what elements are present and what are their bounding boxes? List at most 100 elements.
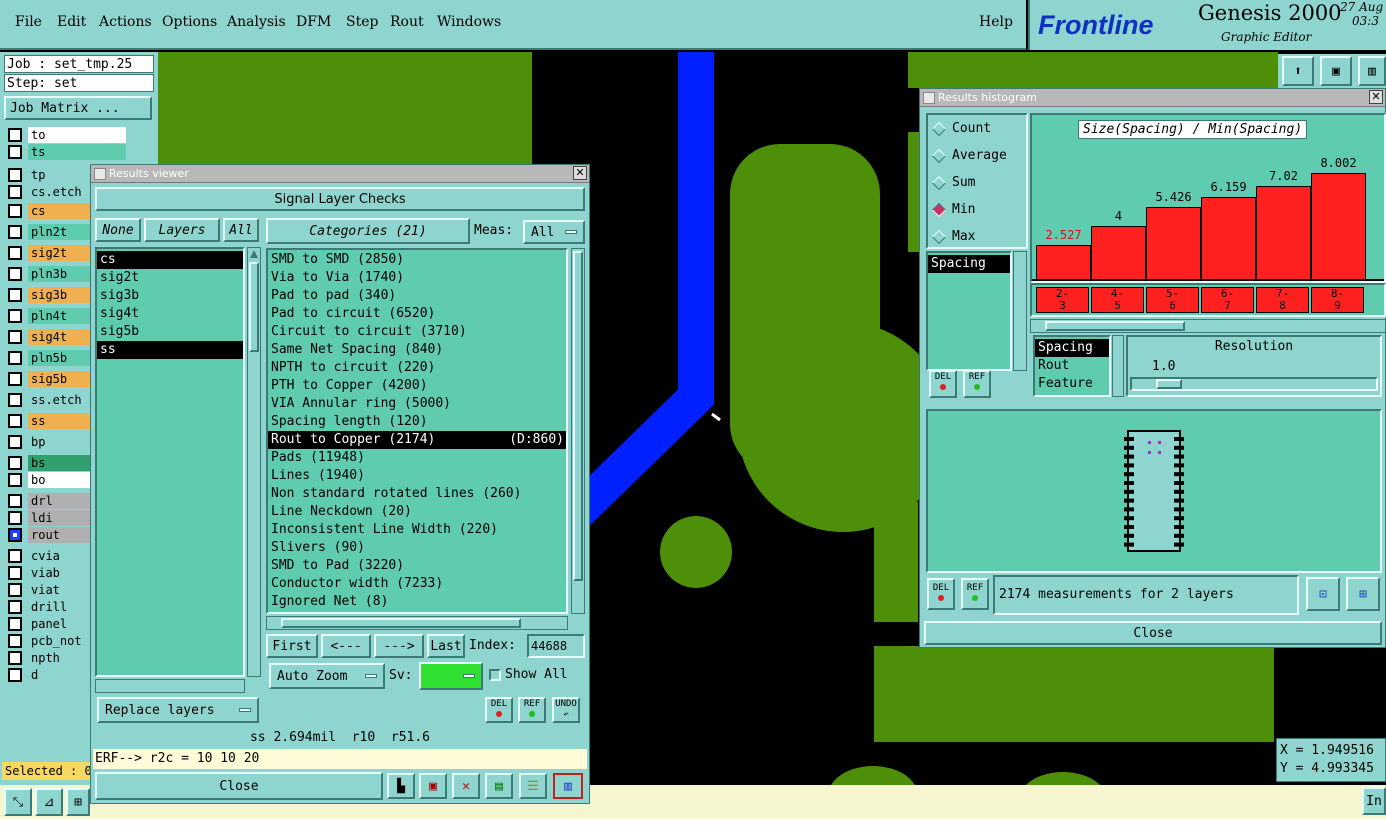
category-item[interactable]: VIA Annular ring (5000) [268, 395, 566, 413]
category-item[interactable]: SMD to Pad (3220) [268, 557, 566, 575]
layer-checkbox[interactable] [8, 667, 22, 682]
next-button[interactable]: ---> [374, 634, 424, 658]
layer-checkbox[interactable] [8, 434, 22, 449]
layer-checkbox[interactable] [8, 616, 22, 631]
layer-checkbox[interactable] [8, 527, 22, 542]
tool-icon[interactable]: ▥ [1358, 56, 1386, 86]
layer-checkbox[interactable] [8, 308, 22, 323]
layer-checkbox[interactable] [8, 167, 22, 182]
layer-checkbox[interactable] [8, 350, 22, 365]
result-layer-item[interactable]: sig3b [97, 287, 243, 305]
del-button[interactable]: DEL [485, 697, 513, 723]
histogram-bar[interactable] [1146, 207, 1201, 279]
menu-actions[interactable]: Actions [99, 14, 152, 30]
menu-help[interactable]: Help [979, 14, 1013, 30]
menu-step[interactable]: Step [346, 14, 378, 30]
layer-list-hscrollbar[interactable] [95, 679, 245, 693]
layer-checkbox[interactable] [8, 329, 22, 344]
type-item-spacing[interactable]: Spacing [1035, 339, 1109, 357]
categories-scrollbar[interactable] [571, 248, 585, 614]
histogram-measure-list[interactable]: Spacing Rout Feature [1033, 335, 1111, 397]
menu-dfm[interactable]: DFM [296, 14, 331, 30]
tool-histogram-icon[interactable]: ▥ [553, 773, 583, 799]
replace-layers-menu[interactable]: Replace layers [97, 697, 259, 723]
histogram-category-cell[interactable]: 5- 6 [1146, 287, 1199, 313]
menu-rout[interactable]: Rout [390, 14, 424, 30]
sv-color-select[interactable] [419, 662, 483, 690]
histogram-ref-button[interactable]: REF [963, 370, 991, 398]
layers-button[interactable]: Layers [144, 218, 220, 242]
category-item[interactable]: Same Net Spacing (840) [268, 341, 566, 359]
category-item[interactable]: Pads (11948) [268, 449, 566, 467]
layer-checkbox[interactable] [8, 184, 22, 199]
job-matrix-button[interactable]: Job Matrix ... [4, 96, 152, 120]
measure-icon[interactable]: ⊿ [35, 788, 63, 816]
layer-checkbox[interactable] [8, 127, 22, 142]
results-viewer-close-button[interactable]: Close [95, 772, 383, 800]
tool-chart-icon[interactable]: ▤ [485, 773, 513, 799]
category-item[interactable]: Circuit to circuit (3710) [268, 323, 566, 341]
none-button[interactable]: None [95, 218, 141, 242]
histogram-close-button[interactable]: Close [924, 621, 1382, 645]
layer-checkbox[interactable] [8, 582, 22, 597]
histogram-category-cell[interactable]: 6- 7 [1201, 287, 1254, 313]
undo-button[interactable]: UNDO ↶ [552, 697, 580, 723]
histogram-bar[interactable] [1256, 186, 1311, 279]
stat-option-min[interactable]: Min [931, 202, 975, 217]
all-layers-button[interactable]: All [223, 218, 259, 242]
layer-checkbox[interactable] [8, 599, 22, 614]
menu-file[interactable]: File [15, 14, 42, 30]
category-item[interactable]: Ignored Net (8) [268, 593, 566, 611]
category-item[interactable]: Slivers (90) [268, 539, 566, 557]
histogram-category-cell[interactable]: 4- 5 [1091, 287, 1144, 313]
layer-row-to[interactable]: to [8, 126, 126, 143]
layer-checkbox[interactable] [8, 144, 22, 159]
tool-note-icon[interactable]: ☰ [519, 773, 547, 799]
layer-checkbox[interactable] [8, 392, 22, 407]
tool-ref-cross-icon[interactable]: ✕ [452, 773, 480, 799]
result-layer-item[interactable]: sig5b [97, 323, 243, 341]
category-item[interactable]: Non standard rotated lines (260) [268, 485, 566, 503]
resolution-slider-thumb[interactable] [1156, 379, 1182, 389]
histogram-bar[interactable] [1091, 226, 1146, 279]
menu-windows[interactable]: Windows [437, 14, 501, 30]
layer-checkbox[interactable] [8, 633, 22, 648]
layer-checkbox[interactable] [8, 413, 22, 428]
tool-monitor-icon[interactable]: ▣ [419, 773, 447, 799]
category-item[interactable]: Pad to circuit (6520) [268, 305, 566, 323]
type-item-feature[interactable]: Feature [1035, 375, 1109, 393]
stat-option-max[interactable]: Max [931, 229, 975, 244]
histogram-type-listbox[interactable]: Spacing [926, 251, 1012, 371]
spacing-list-item[interactable]: Spacing [928, 255, 1010, 273]
result-layer-item[interactable]: ss [97, 341, 243, 359]
layer-checkbox[interactable] [8, 650, 22, 665]
histogram-bar[interactable] [1201, 197, 1256, 279]
last-button[interactable]: Last [427, 634, 465, 658]
first-button[interactable]: First [266, 634, 318, 658]
zoom-home-icon[interactable]: ⊞ [1346, 577, 1380, 611]
stat-option-count[interactable]: Count [931, 121, 991, 136]
menu-analysis[interactable]: Analysis [227, 14, 286, 30]
histogram-titlebar[interactable]: Results histogram ✕ [920, 89, 1385, 107]
meas-select[interactable]: All [523, 220, 585, 244]
save-icon[interactable]: ▣ [1320, 56, 1352, 86]
prev-button[interactable]: <--- [321, 634, 371, 658]
results-viewer-titlebar[interactable]: Results viewer ✕ [91, 165, 589, 183]
show-all-checkbox[interactable]: Show All [489, 667, 568, 682]
layer-checkbox[interactable] [8, 287, 22, 302]
category-item[interactable]: PTH to Copper (4200) [268, 377, 566, 395]
type-item-rout[interactable]: Rout [1035, 357, 1109, 375]
zoom-fit-icon[interactable]: ⊡ [1306, 577, 1340, 611]
layer-listbox[interactable]: cs sig2t sig3b sig4t sig5b ss [95, 247, 245, 677]
layer-checkbox[interactable] [8, 224, 22, 239]
measure-list-scrollbar[interactable] [1112, 335, 1124, 397]
category-item[interactable]: Pad to pad (340) [268, 287, 566, 305]
category-item[interactable]: Line Neckdown (20) [268, 503, 566, 521]
result-layer-item[interactable]: sig4t [97, 305, 243, 323]
category-item[interactable]: Conductor width (7233) [268, 575, 566, 593]
histogram-category-cell[interactable]: 7- 8 [1256, 287, 1309, 313]
layer-checkbox[interactable] [8, 266, 22, 281]
layer-checkbox[interactable] [8, 455, 22, 470]
preview-ref-button[interactable]: REF [961, 578, 989, 610]
preview-del-button[interactable]: DEL [927, 578, 955, 610]
